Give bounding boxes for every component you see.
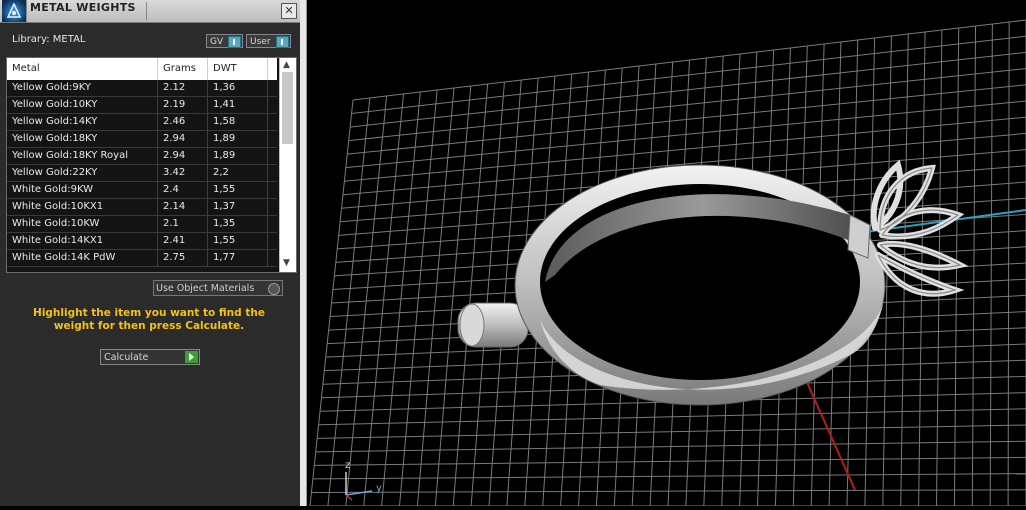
dwt-cell: 1,41: [208, 97, 268, 113]
table-scrollbar[interactable]: ▲ ▼: [279, 58, 296, 272]
radio-icon: [268, 283, 280, 295]
column-header-grams[interactable]: Grams: [158, 58, 208, 80]
spacer-cell: [268, 250, 277, 266]
metal-cell: Yellow Gold:18KY: [7, 131, 158, 147]
spacer-cell: [268, 80, 277, 96]
scroll-thumb[interactable]: [282, 72, 293, 144]
table-row[interactable]: White Gold:14KX12.411,55: [7, 233, 277, 250]
instruction-text: Highlight the item you want to find the …: [14, 307, 284, 333]
title-divider: [146, 2, 147, 20]
table-row[interactable]: Yellow Gold:10KY2.191,41: [7, 97, 277, 114]
dwt-cell: 1,58: [208, 114, 268, 130]
table-row[interactable]: White Gold:9KW2.41,55: [7, 182, 277, 199]
grams-cell: 3.42: [158, 165, 208, 181]
dwt-cell: 1,55: [208, 233, 268, 249]
metal-cell: Yellow Gold:9KY: [7, 80, 158, 96]
metal-cell: Yellow Gold:14KY: [7, 114, 158, 130]
table-row[interactable]: Yellow Gold:14KY2.461,58: [7, 114, 277, 131]
user-toggle[interactable]: User: [246, 34, 291, 48]
grams-cell: 2.41: [158, 233, 208, 249]
ring-model: [458, 165, 960, 405]
panel-splitter[interactable]: [300, 0, 307, 506]
spacer-cell: [268, 114, 277, 130]
close-icon[interactable]: ✕: [281, 3, 297, 19]
spacer-cell: [268, 182, 277, 198]
metal-weights-panel: METAL WEIGHTS ✕ Library: METAL GV User M…: [0, 0, 300, 506]
dwt-cell: 1,37: [208, 199, 268, 215]
column-header-spacer: [268, 58, 277, 80]
toggle-knob-icon: [276, 36, 289, 48]
toggle-knob-icon: [228, 36, 241, 48]
column-header-metal[interactable]: Metal: [7, 58, 158, 80]
gv-toggle[interactable]: GV: [206, 34, 243, 48]
spacer-cell: [268, 97, 277, 113]
grams-cell: 2.19: [158, 97, 208, 113]
dwt-cell: 2,2: [208, 165, 268, 181]
dwt-cell: 1,55: [208, 182, 268, 198]
metal-cell: Yellow Gold:22KY: [7, 165, 158, 181]
use-object-materials-button[interactable]: Use Object Materials: [153, 280, 283, 296]
metal-cell: White Gold:10KW: [7, 216, 158, 232]
grams-cell: 2.12: [158, 80, 208, 96]
app-logo-icon: [2, 0, 27, 22]
metal-cell: White Gold:14K PdW: [7, 250, 158, 266]
user-toggle-label: User: [250, 37, 271, 47]
spacer-cell: [268, 165, 277, 181]
axis-label-z: z: [345, 460, 350, 471]
table-body: Yellow Gold:9KY2.121,36Yellow Gold:10KY2…: [7, 80, 277, 267]
play-icon[interactable]: [185, 351, 198, 363]
spacer-cell: [268, 148, 277, 164]
grams-cell: 2.94: [158, 131, 208, 147]
chevron-down-icon[interactable]: ▼: [283, 258, 290, 268]
dwt-cell: 1,89: [208, 131, 268, 147]
table-row[interactable]: White Gold:14K PdW2.751,77: [7, 250, 277, 267]
calculate-button[interactable]: Calculate: [100, 349, 200, 365]
metal-cell: White Gold:9KW: [7, 182, 158, 198]
table-row[interactable]: Yellow Gold:18KY2.941,89: [7, 131, 277, 148]
metal-cell: White Gold:10KX1: [7, 199, 158, 215]
axis-label-y: y: [376, 483, 382, 494]
3d-viewport[interactable]: z y: [307, 0, 1026, 506]
axis-gizmo: [346, 472, 372, 500]
metal-cell: Yellow Gold:10KY: [7, 97, 158, 113]
viewport-scene: [307, 0, 1026, 506]
grams-cell: 2.14: [158, 199, 208, 215]
table-row[interactable]: Yellow Gold:18KY Royal2.941,89: [7, 148, 277, 165]
dwt-cell: 1,35: [208, 216, 268, 232]
table-row[interactable]: Yellow Gold:9KY2.121,36: [7, 80, 277, 97]
calculate-label: Calculate: [104, 352, 148, 363]
panel-title: METAL WEIGHTS: [30, 1, 136, 14]
grams-cell: 2.1: [158, 216, 208, 232]
metal-cell: White Gold:14KX1: [7, 233, 158, 249]
grams-cell: 2.46: [158, 114, 208, 130]
metal-table[interactable]: Metal Grams DWT Yellow Gold:9KY2.121,36Y…: [6, 57, 297, 273]
library-label: Library: METAL: [12, 34, 85, 45]
gv-toggle-label: GV: [210, 37, 223, 47]
spacer-cell: [268, 216, 277, 232]
column-header-dwt[interactable]: DWT: [208, 58, 268, 80]
dwt-cell: 1,77: [208, 250, 268, 266]
dwt-cell: 1,36: [208, 80, 268, 96]
dwt-cell: 1,89: [208, 148, 268, 164]
spacer-cell: [268, 199, 277, 215]
metal-cell: Yellow Gold:18KY Royal: [7, 148, 158, 164]
use-object-materials-label: Use Object Materials: [156, 283, 254, 294]
spacer-cell: [268, 233, 277, 249]
table-row[interactable]: White Gold:10KW2.11,35: [7, 216, 277, 233]
table-row[interactable]: Yellow Gold:22KY3.422,2: [7, 165, 277, 182]
grams-cell: 2.4: [158, 182, 208, 198]
grams-cell: 2.75: [158, 250, 208, 266]
table-row[interactable]: White Gold:10KX12.141,37: [7, 199, 277, 216]
grams-cell: 2.94: [158, 148, 208, 164]
chevron-up-icon[interactable]: ▲: [283, 60, 290, 70]
table-header: Metal Grams DWT: [7, 58, 277, 80]
spacer-cell: [268, 131, 277, 147]
panel-titlebar[interactable]: METAL WEIGHTS ✕: [0, 0, 300, 23]
